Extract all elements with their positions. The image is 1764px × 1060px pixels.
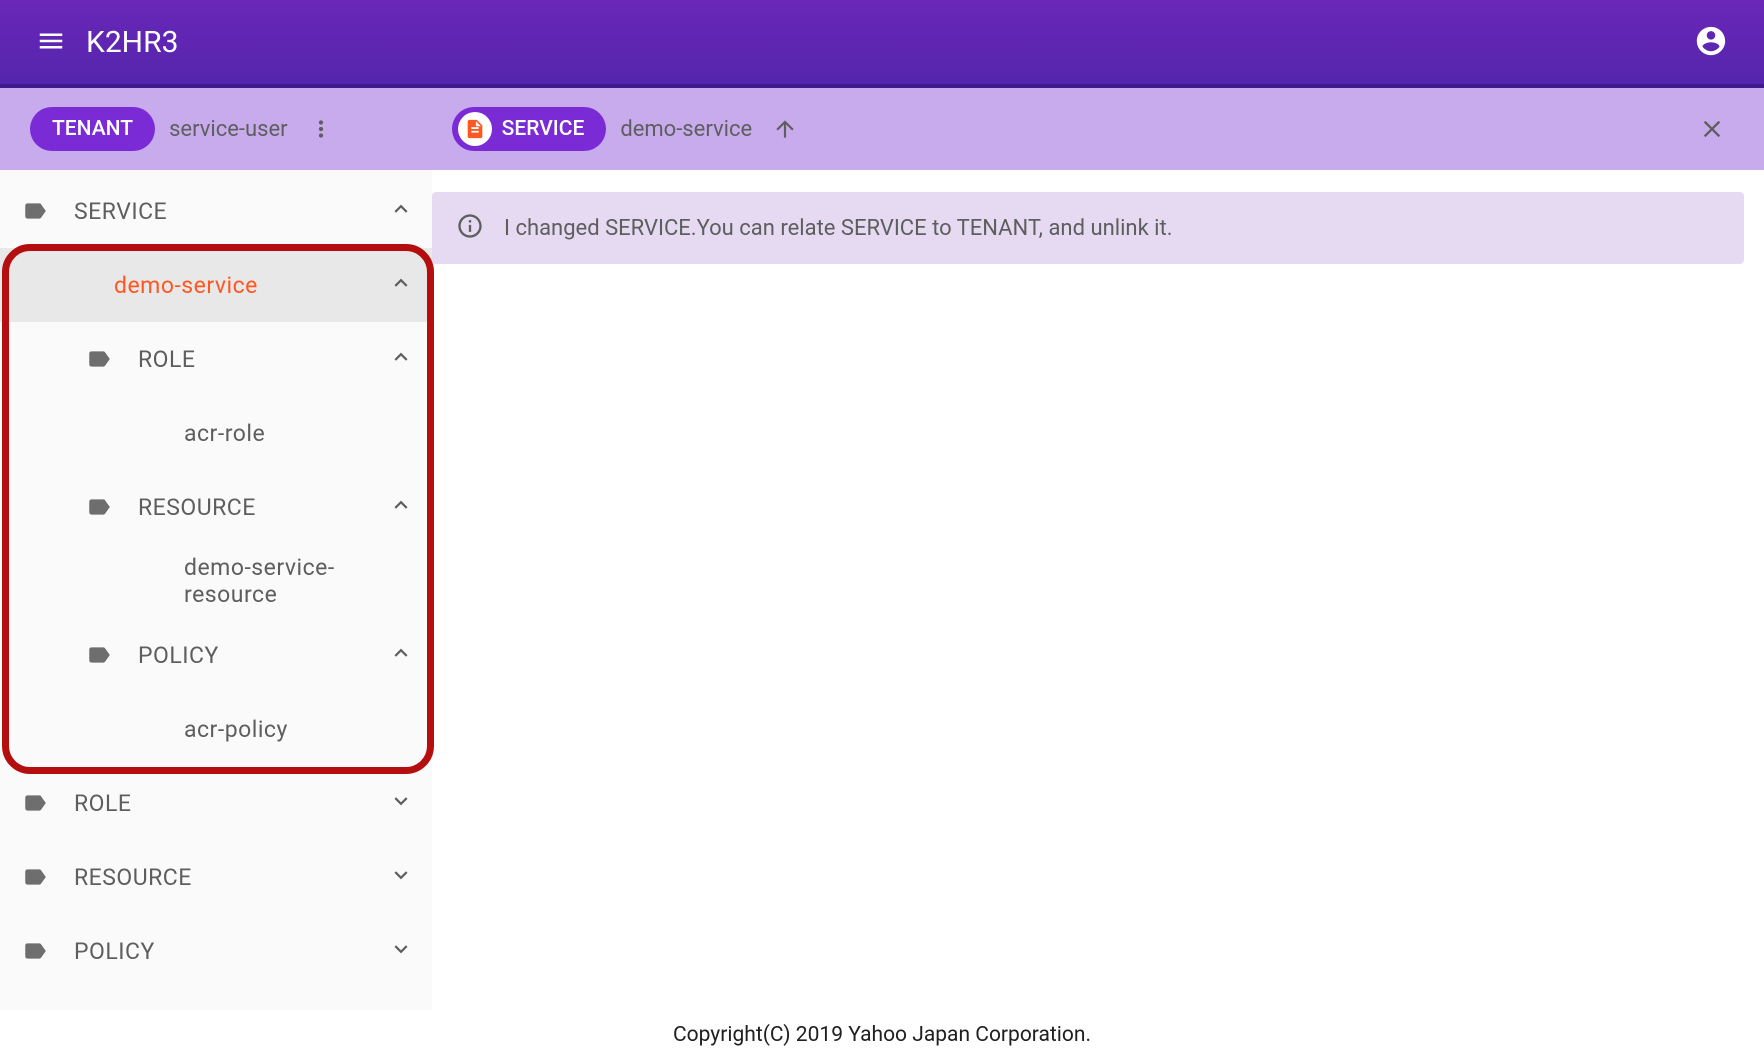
app-bar: K2HR3: [0, 0, 1764, 88]
chevron-down-icon[interactable]: [388, 862, 414, 892]
tree-item-policy[interactable]: POLICY: [0, 914, 432, 988]
content: I changed SERVICE.You can relate SERVICE…: [432, 170, 1764, 1010]
service-block: SERVICE demo-service: [452, 107, 807, 151]
tree-item-label: ROLE: [138, 346, 388, 373]
app-title: K2HR3: [86, 25, 1686, 60]
tree-item-label: POLICY: [74, 938, 388, 965]
info-icon: [456, 212, 484, 244]
tree-item-resource[interactable]: RESOURCE: [0, 470, 432, 544]
chevron-down-icon[interactable]: [388, 788, 414, 818]
info-banner: I changed SERVICE.You can relate SERVICE…: [432, 192, 1744, 264]
tree-item-label: acr-policy: [184, 716, 414, 743]
chevron-down-icon[interactable]: [388, 936, 414, 966]
tree-item-label: demo-service-resource: [184, 554, 414, 608]
close-icon: [1698, 115, 1726, 143]
tree-item-policy[interactable]: POLICY: [0, 618, 432, 692]
sidebar: SERVICE demo-service ROLE acr-role RESOURCE d…: [0, 170, 432, 1010]
info-text: I changed SERVICE.You can relate SERVICE…: [504, 216, 1173, 241]
tree-item-demo-service-resource[interactable]: demo-service-resource: [0, 544, 432, 618]
service-doc-icon-wrapper: [458, 112, 492, 146]
document-icon: [464, 118, 486, 140]
service-value: demo-service: [620, 117, 752, 142]
tree-item-label: demo-service: [114, 272, 388, 299]
chevron-up-icon[interactable]: [388, 270, 414, 300]
close-button[interactable]: [1690, 107, 1734, 151]
label-icon: [22, 938, 48, 964]
hamburger-icon: [36, 26, 66, 56]
service-chip[interactable]: SERVICE: [452, 107, 607, 151]
toolbar: TENANT service-user SERVICE demo-service: [0, 88, 1764, 170]
tree-item-demo-service[interactable]: demo-service: [0, 248, 432, 322]
tree-item-resource[interactable]: RESOURCE: [0, 840, 432, 914]
tree-item-acr-policy[interactable]: acr-policy: [0, 692, 432, 766]
tree-item-label: acr-role: [184, 420, 414, 447]
label-icon: [22, 198, 48, 224]
menu-button[interactable]: [28, 18, 74, 67]
tree-item-label: POLICY: [138, 642, 388, 669]
chevron-up-icon[interactable]: [388, 492, 414, 522]
tree-item-acr-role[interactable]: acr-role: [0, 396, 432, 470]
account-circle-icon: [1694, 24, 1728, 58]
account-button[interactable]: [1686, 16, 1736, 69]
label-icon: [86, 642, 112, 668]
more-vert-icon: [308, 116, 334, 142]
service-up-button[interactable]: [764, 108, 806, 150]
tree-item-label: SERVICE: [74, 198, 388, 225]
tenant-chip[interactable]: TENANT: [30, 107, 155, 151]
tree-item-label: RESOURCE: [74, 864, 388, 891]
label-icon: [22, 790, 48, 816]
tree-item-role[interactable]: ROLE: [0, 766, 432, 840]
tree-item-label: ROLE: [74, 790, 388, 817]
tenant-more-button[interactable]: [300, 108, 342, 150]
chevron-up-icon[interactable]: [388, 196, 414, 226]
label-icon: [86, 346, 112, 372]
tree-item-role[interactable]: ROLE: [0, 322, 432, 396]
chevron-up-icon[interactable]: [388, 344, 414, 374]
copyright-text: Copyright(C) 2019 Yahoo Japan Corporatio…: [673, 1023, 1091, 1047]
label-icon: [86, 494, 112, 520]
arrow-upward-icon: [772, 116, 798, 142]
main: SERVICE demo-service ROLE acr-role RESOURCE d…: [0, 170, 1764, 1010]
tree-item-service[interactable]: SERVICE: [0, 174, 432, 248]
footer: Copyright(C) 2019 Yahoo Japan Corporatio…: [0, 1010, 1764, 1060]
chevron-up-icon[interactable]: [388, 640, 414, 670]
tree-item-label: RESOURCE: [138, 494, 388, 521]
label-icon: [22, 864, 48, 890]
tenant-value: service-user: [169, 117, 288, 142]
service-chip-label: SERVICE: [502, 117, 585, 141]
